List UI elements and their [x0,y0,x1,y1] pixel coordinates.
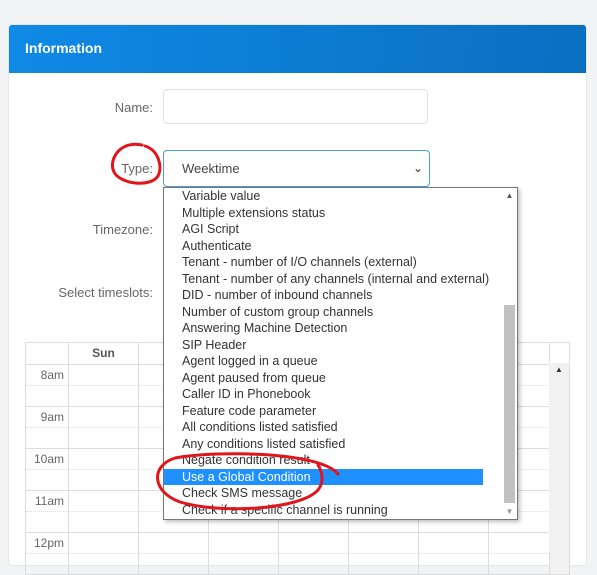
type-label: Type: [121,161,153,176]
dropdown-option[interactable]: Multiple extensions status [164,205,483,222]
dropdown-option[interactable]: Answering Machine Detection [164,320,483,337]
scroll-up-icon[interactable]: ▲ [502,191,517,200]
timeslot-cell[interactable] [69,533,139,574]
dropdown-option[interactable]: Tenant - number of I/O channels (externa… [164,254,483,271]
dropdown-option[interactable]: All conditions listed satisfied [164,419,483,436]
timeslots-label: Select timeslots: [58,285,153,300]
dropdown-option[interactable]: Caller ID in Phonebook [164,386,483,403]
dropdown-option[interactable]: Use a Global Condition [164,468,483,485]
time-row: 12pm [26,533,570,575]
chevron-down-icon: ⌄ [412,161,423,175]
timeslot-cell[interactable] [209,533,279,574]
dropdown-option[interactable]: Authenticate [164,238,483,255]
calendar-scrollbar[interactable]: ▲ [549,363,569,552]
time-label: 11am [26,491,69,532]
timeslot-cell[interactable] [69,407,139,448]
timeslot-cell[interactable] [419,533,489,574]
dropdown-option[interactable]: Check SMS message [164,485,483,502]
type-select-value: Weektime [182,161,240,176]
day-header: Sun [69,343,139,364]
dropdown-option[interactable]: Agent logged in a queue [164,353,483,370]
scrollbar-thumb[interactable] [504,305,515,503]
dropdown-option[interactable]: SIP Header [164,337,483,354]
timeslot-cell[interactable] [349,533,419,574]
type-dropdown-list[interactable]: Variable value Multiple extensions status… [163,187,518,520]
time-label: 8am [26,365,69,406]
time-label: 9am [26,407,69,448]
timeslot-cell[interactable] [69,449,139,490]
timeslot-cell[interactable] [279,533,349,574]
dropdown-option[interactable]: Check if a specific channel is running [164,502,483,519]
name-input[interactable] [163,89,428,124]
dropdown-option[interactable]: Feature code parameter [164,403,483,420]
scroll-down-icon[interactable]: ▼ [502,507,517,516]
dropdown-option[interactable]: DID - number of inbound channels [164,287,483,304]
scroll-up-icon[interactable]: ▲ [555,365,563,374]
card-title: Information [9,25,586,73]
dropdown-option[interactable]: Number of custom group channels [164,304,483,321]
type-select[interactable]: Weektime ⌄ [163,150,430,187]
dropdown-option[interactable]: Tenant - number of any channels (interna… [164,271,489,288]
dropdown-option[interactable]: Variable value [164,188,483,205]
dropdown-option[interactable]: Negate condition result [164,452,483,469]
name-label: Name: [114,100,153,115]
time-label: 10am [26,449,69,490]
timeslot-cell[interactable] [69,491,139,532]
timezone-label: Timezone: [92,222,153,237]
time-label: 12pm [26,533,69,574]
dropdown-scrollbar[interactable]: ▲ ▼ [502,188,517,519]
timeslot-cell[interactable] [69,365,139,406]
dropdown-option[interactable]: Any conditions listed satisfied [164,436,483,453]
dropdown-option[interactable]: AGI Script [164,221,483,238]
timeslot-cell[interactable] [139,533,209,574]
timeslot-cell[interactable] [489,533,550,574]
dropdown-option[interactable]: Agent paused from queue [164,370,483,387]
